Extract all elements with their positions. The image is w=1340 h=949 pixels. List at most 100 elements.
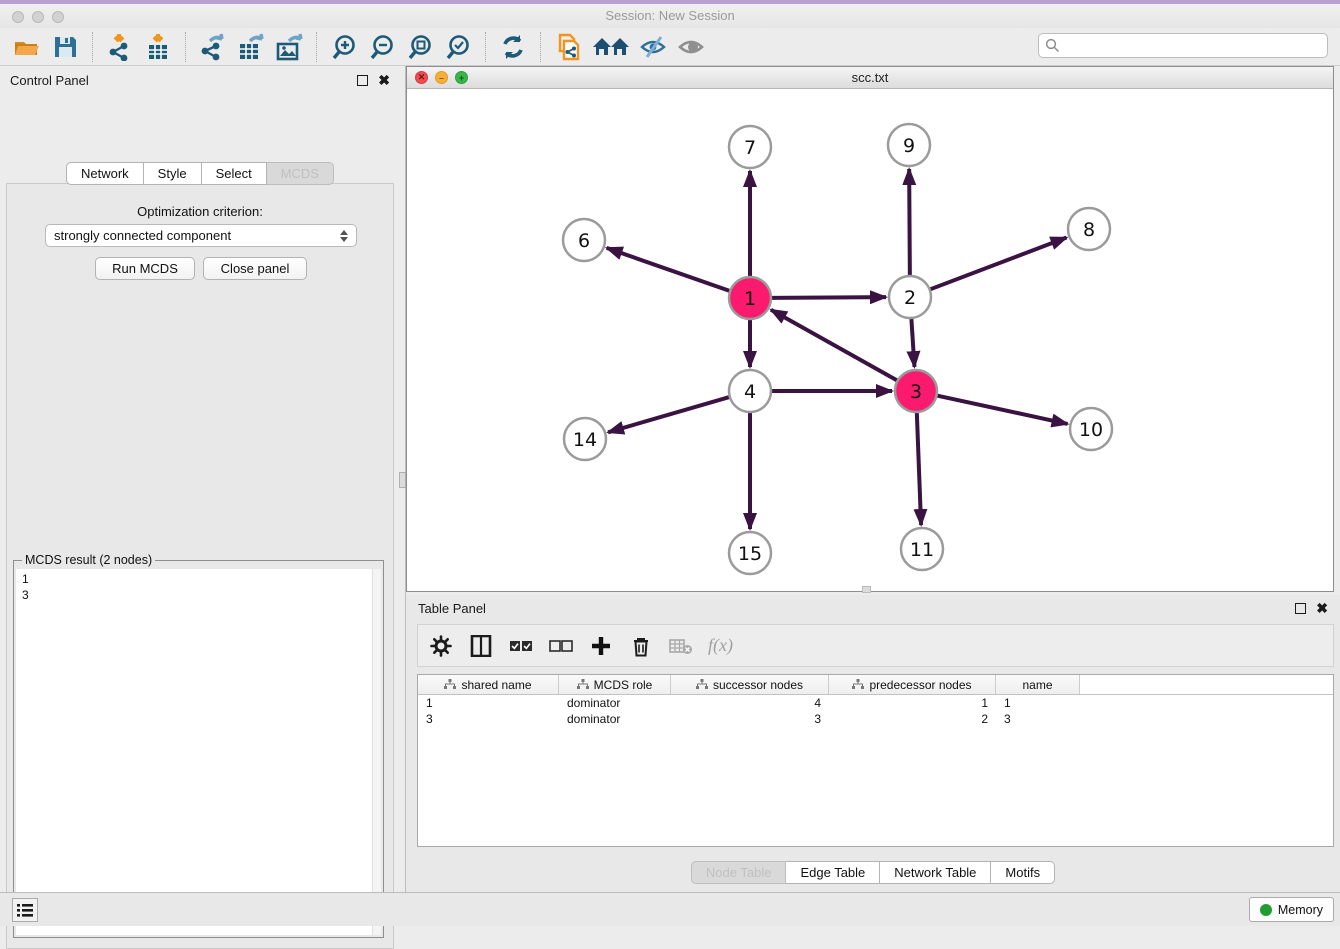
column-header-predecessor-nodes[interactable]: predecessor nodes <box>829 675 996 694</box>
graph-node-7[interactable]: 7 <box>729 126 771 168</box>
graph-node-4[interactable]: 4 <box>729 370 771 412</box>
hide-panels-button[interactable] <box>637 32 671 62</box>
column-type-icon <box>852 679 864 690</box>
home-button[interactable] <box>589 32 633 62</box>
graph-node-6[interactable]: 6 <box>563 219 605 261</box>
zoom-selected-icon <box>444 33 472 61</box>
criterion-dropdown[interactable]: strongly connected component <box>45 224 357 247</box>
deselect-all-rows-button[interactable] <box>548 633 574 659</box>
network-view-window: ✕ – + scc.txt 7 9 6 8 1 2 4 3 14 10 15 11 <box>406 66 1334 592</box>
tab-network[interactable]: Network <box>66 162 144 185</box>
edge-1-6[interactable] <box>607 248 730 291</box>
tab-network-table[interactable]: Network Table <box>880 861 991 884</box>
tab-mcds[interactable]: MCDS <box>267 162 334 185</box>
control-panel-tabs: NetworkStyleSelectMCDS <box>0 162 400 185</box>
table-row[interactable]: 1dominator411 <box>418 695 1333 711</box>
delete-row-button[interactable] <box>628 633 654 659</box>
zoom-out-button[interactable] <box>365 32 399 62</box>
cell-shared-name: 3 <box>418 712 559 726</box>
network-minimize-button[interactable]: – <box>435 71 448 84</box>
node-label: 15 <box>738 543 762 565</box>
save-session-button[interactable] <box>48 32 82 62</box>
maximize-window-button[interactable] <box>52 11 64 23</box>
edge-2-3[interactable] <box>911 319 914 367</box>
network-close-button[interactable]: ✕ <box>415 71 428 84</box>
graph-node-8[interactable]: 8 <box>1068 208 1110 250</box>
column-header-shared-name[interactable]: shared name <box>418 675 559 694</box>
memory-button[interactable]: Memory <box>1249 897 1334 922</box>
graph-node-11[interactable]: 11 <box>901 528 943 570</box>
close-window-button[interactable] <box>12 11 24 23</box>
graph-node-9[interactable]: 9 <box>888 124 930 166</box>
close-table-panel-icon[interactable]: ✖ <box>1316 603 1328 614</box>
column-label: name <box>1022 678 1052 692</box>
edge-1-2[interactable] <box>772 297 886 298</box>
edge-2-9[interactable] <box>909 169 910 275</box>
float-panel-icon[interactable] <box>357 75 368 86</box>
toolbar-separator <box>185 32 186 62</box>
tab-style[interactable]: Style <box>144 162 202 185</box>
graph-node-15[interactable]: 15 <box>729 532 771 574</box>
splitter-handle[interactable] <box>399 472 406 488</box>
edge-3-1[interactable] <box>771 310 897 381</box>
import-table-button[interactable] <box>141 32 175 62</box>
graph-node-2[interactable]: 2 <box>889 276 931 318</box>
graph-node-1[interactable]: 1 <box>729 277 771 319</box>
close-panel-icon[interactable]: ✖ <box>378 75 390 86</box>
delete-table-button[interactable] <box>668 633 694 659</box>
result-scrollbar[interactable] <box>372 569 381 935</box>
zoom-fit-button[interactable] <box>403 32 437 62</box>
edge-3-11[interactable] <box>917 413 921 525</box>
table-row[interactable]: 3dominator323 <box>418 711 1333 727</box>
column-header-successor-nodes[interactable]: successor nodes <box>671 675 829 694</box>
columns-icon <box>470 635 492 657</box>
search-box <box>1038 33 1328 58</box>
search-input[interactable] <box>1060 36 1327 56</box>
toolbar-separator <box>485 32 486 62</box>
edge-2-8[interactable] <box>931 238 1067 290</box>
run-mcds-button[interactable]: Run MCDS <box>95 257 195 280</box>
tab-node-table[interactable]: Node Table <box>691 861 787 884</box>
zoom-in-button[interactable] <box>327 32 361 62</box>
cell-predecessor-nodes: 1 <box>829 696 996 710</box>
import-network-button[interactable] <box>103 32 137 62</box>
column-header-name[interactable]: name <box>996 675 1080 694</box>
float-table-panel-icon[interactable] <box>1295 603 1306 614</box>
tab-motifs[interactable]: Motifs <box>991 861 1055 884</box>
select-all-rows-button[interactable] <box>508 633 534 659</box>
toolbar-separator <box>92 32 93 62</box>
close-panel-button[interactable]: Close panel <box>203 257 307 280</box>
network-canvas[interactable]: 7 9 6 8 1 2 4 3 14 10 15 11 <box>407 89 1333 591</box>
column-layout-button[interactable] <box>468 633 494 659</box>
function-builder-button[interactable]: f(x) <box>708 635 733 656</box>
network-resize-handle[interactable] <box>862 586 871 593</box>
column-label: successor nodes <box>713 678 803 692</box>
graph-node-10[interactable]: 10 <box>1070 408 1112 450</box>
mcds-result-list[interactable]: 1 3 <box>16 569 381 935</box>
open-session-button[interactable] <box>10 32 44 62</box>
refresh-view-button[interactable] <box>496 32 530 62</box>
memory-label: Memory <box>1278 903 1323 917</box>
task-history-button[interactable] <box>12 898 38 922</box>
add-row-button[interactable] <box>588 633 614 659</box>
minimize-window-button[interactable] <box>32 11 44 23</box>
table-settings-button[interactable] <box>428 633 454 659</box>
export-table-button[interactable] <box>234 32 268 62</box>
export-network-button[interactable] <box>196 32 230 62</box>
clone-network-button[interactable] <box>551 32 585 62</box>
zoom-selected-button[interactable] <box>441 32 475 62</box>
home-icon <box>591 34 631 60</box>
memory-status-icon <box>1260 904 1272 916</box>
show-panels-button[interactable] <box>675 32 709 62</box>
tab-edge-table[interactable]: Edge Table <box>786 861 880 884</box>
network-window-titlebar[interactable]: ✕ – + scc.txt <box>407 67 1333 89</box>
graph-node-3[interactable]: 3 <box>895 370 937 412</box>
edge-4-14[interactable] <box>608 397 729 432</box>
network-maximize-button[interactable]: + <box>455 71 468 84</box>
node-label: 10 <box>1079 419 1103 441</box>
edge-3-10[interactable] <box>937 396 1067 424</box>
tab-select[interactable]: Select <box>202 162 267 185</box>
export-image-button[interactable] <box>272 32 306 62</box>
graph-node-14[interactable]: 14 <box>564 418 606 460</box>
column-header-mcds-role[interactable]: MCDS role <box>559 675 671 694</box>
